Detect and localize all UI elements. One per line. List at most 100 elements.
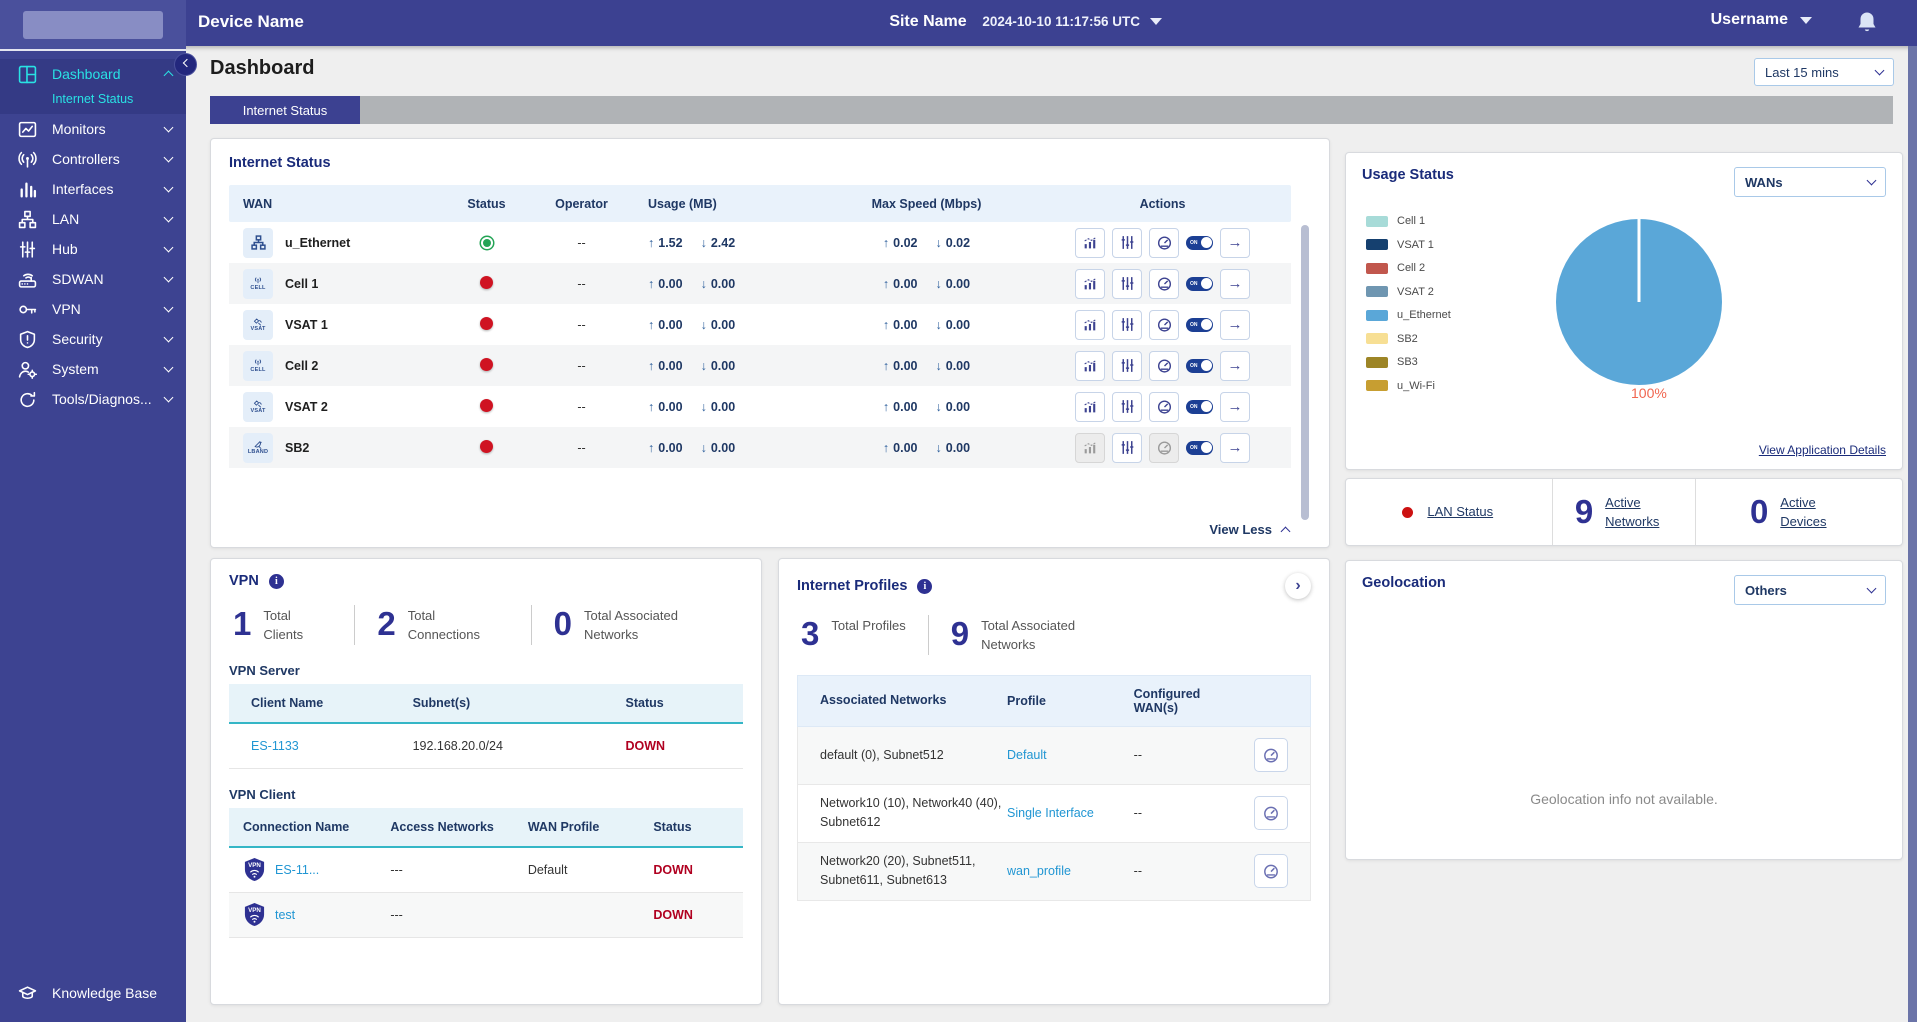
vpn-stats: 1 Total Clients 2 Total Connections 0 Total… bbox=[229, 605, 743, 645]
user-menu[interactable]: Username bbox=[1711, 11, 1812, 29]
vpn-client-heading: VPN Client bbox=[229, 786, 296, 802]
sidebar-item-sdwan[interactable]: SDWAN bbox=[0, 264, 186, 294]
sidebar-item-tools-diagnostics[interactable]: Tools/Diagnos... bbox=[0, 384, 186, 414]
sliders-action-button[interactable] bbox=[1112, 432, 1142, 463]
wan-enable-toggle[interactable]: ON bbox=[1186, 358, 1213, 373]
details-arrow-button[interactable]: → bbox=[1220, 309, 1250, 340]
legend-item: SB2 bbox=[1366, 333, 1451, 345]
legend-item: VSAT 1 bbox=[1366, 239, 1451, 251]
details-arrow-button[interactable]: → bbox=[1220, 268, 1250, 299]
sidebar-item-interfaces[interactable]: Interfaces bbox=[0, 174, 186, 204]
wan-enable-toggle[interactable]: ON bbox=[1186, 235, 1213, 250]
speed-test-action-button[interactable] bbox=[1253, 738, 1288, 773]
internet-profiles-title: Internet Profiles bbox=[797, 578, 908, 594]
pie-legend: Cell 1 VSAT 1 Cell 2 VSAT 2 u_Ethernet S… bbox=[1366, 215, 1451, 392]
sidebar-item-system[interactable]: System bbox=[0, 354, 186, 384]
sidebar-item-label: SDWAN bbox=[52, 271, 104, 287]
column-header: WAN Profile bbox=[527, 819, 600, 834]
sidebar-item-label: VPN bbox=[52, 301, 81, 317]
wan-enable-toggle[interactable]: ON bbox=[1186, 317, 1213, 332]
download-arrow-icon: ↓ bbox=[935, 235, 942, 250]
sidebar-item-knowledge-base[interactable]: Knowledge Base bbox=[0, 978, 186, 1008]
legend-swatch bbox=[1366, 309, 1388, 321]
stat-label: Total Associated Networks bbox=[981, 618, 1076, 652]
details-arrow-button[interactable]: → bbox=[1220, 350, 1250, 381]
view-less-link[interactable]: View Less bbox=[1209, 522, 1291, 537]
chart-action-button[interactable] bbox=[1075, 391, 1105, 422]
column-header-actions: Actions bbox=[1139, 196, 1186, 211]
legend-swatch bbox=[1366, 239, 1388, 250]
sidebar-item-monitors[interactable]: Monitors bbox=[0, 114, 186, 144]
sidebar-item-security[interactable]: Security bbox=[0, 324, 186, 354]
sidebar-item-dashboard[interactable]: Dashboard bbox=[0, 59, 186, 89]
profile-link[interactable]: wan_profile bbox=[1007, 864, 1134, 878]
datetime-dropdown[interactable]: 2024-10-10 11:17:56 UTC bbox=[982, 14, 1162, 29]
page-scrollbar[interactable] bbox=[1908, 46, 1917, 1022]
speed-test-action-button[interactable] bbox=[1149, 350, 1179, 381]
sliders-action-button[interactable] bbox=[1112, 391, 1142, 422]
speed-test-action-button[interactable] bbox=[1253, 854, 1288, 889]
time-range-select[interactable]: Last 15 mins bbox=[1754, 58, 1894, 86]
info-icon[interactable]: i bbox=[917, 578, 933, 594]
sidebar-item-hub[interactable]: Hub bbox=[0, 234, 186, 264]
vpn-client-link[interactable]: ES-1133 bbox=[229, 739, 413, 753]
sidebar-item-lan[interactable]: LAN bbox=[0, 204, 186, 234]
legend-swatch bbox=[1366, 286, 1388, 297]
sidebar-item-controllers[interactable]: Controllers bbox=[0, 144, 186, 174]
vpn-card: VPN i 1 Total Clients 2 Total Connections … bbox=[210, 558, 762, 1005]
speed-test-action-button[interactable] bbox=[1149, 227, 1179, 258]
table-row: CELL Cell 1 -- ↑ 0.00 ↓ 0.00 ↑ 0.00 ↓ 0.00 ON … bbox=[229, 263, 1291, 304]
sliders-action-button[interactable] bbox=[1112, 309, 1142, 340]
chevron-down-icon bbox=[1874, 65, 1885, 76]
speed-up: 0.00 bbox=[893, 276, 918, 291]
chevron-down-icon bbox=[1866, 175, 1877, 186]
download-arrow-icon: ↓ bbox=[700, 235, 707, 250]
info-icon[interactable]: i bbox=[268, 573, 284, 589]
lband-dish-icon: LBAND bbox=[243, 432, 273, 463]
speed-test-action-button[interactable] bbox=[1149, 268, 1179, 299]
profile-link[interactable]: Default bbox=[1007, 748, 1134, 762]
sliders-action-button[interactable] bbox=[1112, 268, 1142, 299]
vpn-connection-link[interactable]: ES-11... bbox=[275, 863, 319, 877]
active-networks-link[interactable]: Active Networks bbox=[1605, 493, 1673, 532]
sidebar-item-internet-status[interactable]: Internet Status bbox=[0, 89, 186, 110]
table-row: VSAT VSAT 1 -- ↑ 0.00 ↓ 0.00 ↑ 0.00 ↓ 0.00 ON … bbox=[229, 304, 1291, 345]
sliders-action-button[interactable] bbox=[1112, 227, 1142, 258]
status-down-dot bbox=[480, 439, 493, 453]
sidebar-item-vpn[interactable]: VPN bbox=[0, 294, 186, 324]
column-header-status: Status bbox=[467, 196, 506, 211]
profile-link[interactable]: Single Interface bbox=[1007, 806, 1134, 820]
sliders-action-button[interactable] bbox=[1112, 350, 1142, 381]
chart-action-button[interactable] bbox=[1075, 309, 1105, 340]
table-row: ES-1133 192.168.20.0/24 DOWN bbox=[229, 724, 743, 769]
sidebar-collapse-button[interactable] bbox=[174, 53, 197, 76]
speed-test-action-button[interactable] bbox=[1149, 391, 1179, 422]
wan-enable-toggle[interactable]: ON bbox=[1186, 276, 1213, 291]
chart-action-button[interactable] bbox=[1075, 268, 1105, 299]
vpn-connection-link[interactable]: test bbox=[275, 908, 295, 922]
details-arrow-button[interactable]: → bbox=[1220, 391, 1250, 422]
table-scrollbar[interactable] bbox=[1301, 225, 1309, 520]
tab-internet-status[interactable]: Internet Status bbox=[210, 96, 360, 124]
wan-enable-toggle[interactable]: ON bbox=[1186, 399, 1213, 414]
chart-action-button[interactable] bbox=[1075, 350, 1105, 381]
speed-test-action-button[interactable] bbox=[1253, 796, 1288, 831]
chart-action-button[interactable] bbox=[1075, 227, 1105, 258]
panel-next-button[interactable]: › bbox=[1285, 573, 1311, 599]
notifications-bell-icon[interactable] bbox=[1855, 10, 1879, 36]
view-application-details-link[interactable]: View Application Details bbox=[1759, 443, 1886, 457]
speed-test-action-button[interactable] bbox=[1149, 309, 1179, 340]
table-row: VPN ES-11... --- Default DOWN bbox=[229, 848, 743, 893]
lan-status-link[interactable]: LAN Status bbox=[1427, 502, 1495, 522]
geolocation-selector[interactable]: Others bbox=[1734, 575, 1886, 605]
active-devices-link[interactable]: Active Devices bbox=[1780, 493, 1848, 532]
details-arrow-button[interactable]: → bbox=[1220, 227, 1250, 258]
wan-profile-value: Default bbox=[527, 862, 568, 877]
sidebar-item-label: Security bbox=[52, 331, 103, 347]
wan-enable-toggle[interactable]: ON bbox=[1186, 440, 1213, 455]
status-badge: DOWN bbox=[653, 907, 693, 922]
wan-selector[interactable]: WANs bbox=[1734, 167, 1886, 197]
sidebar-item-label: Interfaces bbox=[52, 181, 114, 197]
wan-name: VSAT 1 bbox=[285, 317, 328, 332]
details-arrow-button[interactable]: → bbox=[1220, 432, 1250, 463]
